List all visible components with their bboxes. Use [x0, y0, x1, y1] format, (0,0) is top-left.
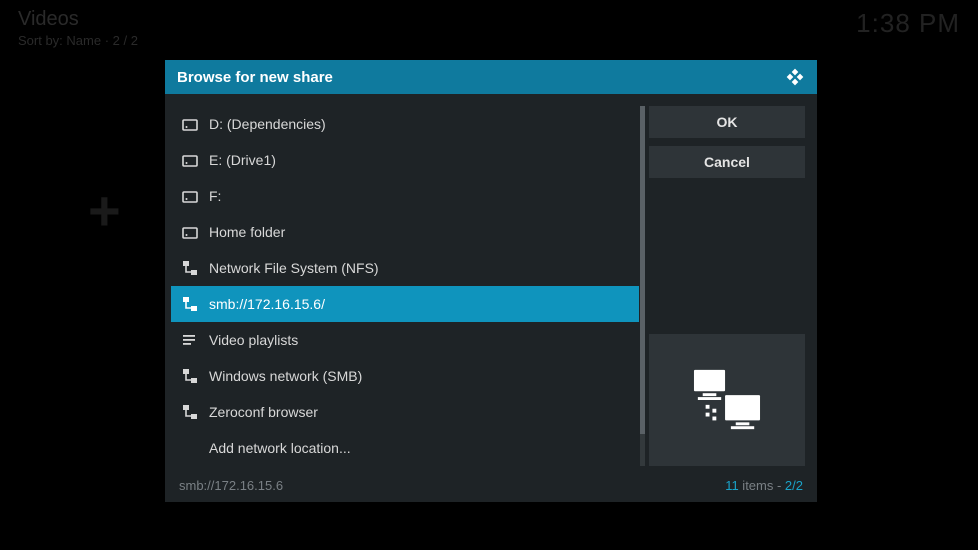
list-item[interactable]: F:: [171, 178, 639, 214]
preview-thumbnail: [649, 334, 805, 466]
add-source-icon: [88, 178, 121, 243]
list-item[interactable]: Add network location...: [171, 430, 639, 466]
list-item-label: smb://172.16.15.6/: [209, 296, 325, 312]
playlist-icon: [181, 331, 199, 349]
network-icon: [181, 259, 199, 277]
ok-button[interactable]: OK: [649, 106, 805, 138]
list-item[interactable]: Zeroconf browser: [171, 394, 639, 430]
list-item-label: Windows network (SMB): [209, 368, 362, 384]
list-item-label: Network File System (NFS): [209, 260, 379, 276]
browse-dialog: Browse for new share D: (Dependencies) E:…: [165, 60, 817, 502]
network-icon: [181, 403, 199, 421]
footer-path: smb://172.16.15.6: [179, 478, 283, 493]
list-item[interactable]: Windows network (SMB): [171, 358, 639, 394]
cancel-button[interactable]: Cancel: [649, 146, 805, 178]
list-item-label: D: (Dependencies): [209, 116, 326, 132]
dialog-title: Browse for new share: [177, 69, 333, 86]
list-item-label: Home folder: [209, 224, 285, 240]
list-item[interactable]: Home folder: [171, 214, 639, 250]
clock: 1:38 PM: [856, 8, 960, 39]
page-title: Videos: [18, 8, 138, 31]
network-icon: [181, 295, 199, 313]
dialog-header: Browse for new share: [165, 60, 817, 94]
list-item[interactable]: smb://172.16.15.6/: [171, 286, 639, 322]
footer-count: 11 items - 2/2: [725, 478, 803, 493]
list-item-label: F:: [209, 188, 221, 204]
sort-line: Sort by: Name · 2 / 2: [18, 33, 138, 48]
drive-icon: [181, 223, 199, 241]
network-icon: [181, 367, 199, 385]
scrollbar[interactable]: [640, 106, 645, 466]
blank-icon: [181, 439, 199, 457]
list-item-label: Add network location...: [209, 440, 351, 456]
list-item-label: E: (Drive1): [209, 152, 276, 168]
network-computers-icon: [688, 366, 766, 434]
list-item[interactable]: Video playlists: [171, 322, 639, 358]
drive-icon: [181, 115, 199, 133]
drive-icon: [181, 151, 199, 169]
list-item[interactable]: Network File System (NFS): [171, 250, 639, 286]
kodi-logo-icon: [785, 67, 805, 87]
scrollbar-thumb[interactable]: [640, 106, 645, 434]
list-item[interactable]: E: (Drive1): [171, 142, 639, 178]
source-list[interactable]: D: (Dependencies) E: (Drive1) F: Home folde…: [171, 106, 639, 466]
drive-icon: [181, 187, 199, 205]
list-item-label: Video playlists: [209, 332, 298, 348]
list-item-label: Zeroconf browser: [209, 404, 318, 420]
list-item[interactable]: D: (Dependencies): [171, 106, 639, 142]
